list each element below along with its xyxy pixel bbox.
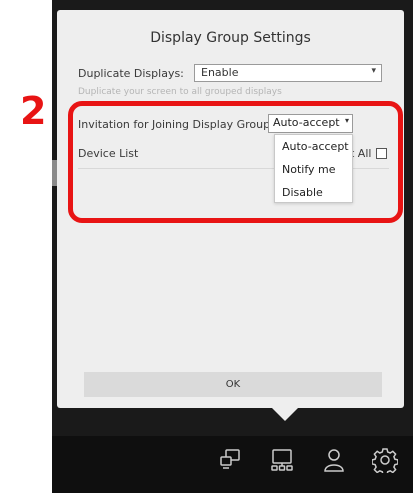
duplicate-displays-label: Duplicate Displays: xyxy=(78,67,184,80)
ok-button[interactable]: OK xyxy=(84,372,382,397)
duplicate-displays-hint: Duplicate your screen to all grouped dis… xyxy=(78,87,282,97)
display-group-icon[interactable] xyxy=(269,447,295,477)
chevron-down-icon: ▾ xyxy=(371,66,376,76)
duplicate-displays-value: Enable xyxy=(201,66,239,79)
screen-share-icon[interactable] xyxy=(218,447,242,475)
dialog-title: Display Group Settings xyxy=(150,30,311,46)
step-number: 2 xyxy=(20,89,47,133)
duplicate-displays-select[interactable]: Enable ▾ xyxy=(194,64,382,82)
highlight-box xyxy=(68,101,403,223)
user-icon[interactable] xyxy=(322,447,346,477)
screen: Display Group Settings Duplicate Display… xyxy=(0,0,413,493)
panel-pointer xyxy=(272,408,298,421)
settings-gear-icon[interactable] xyxy=(371,447,399,477)
